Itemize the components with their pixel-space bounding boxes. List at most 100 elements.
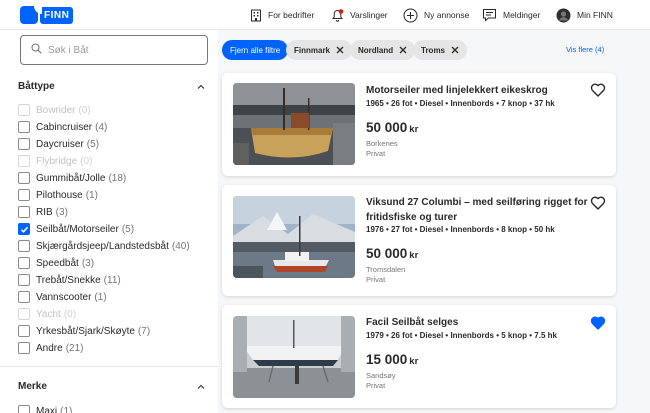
section-divider [0,366,218,367]
listing-location: Tromsdalen [366,265,406,274]
filter-option[interactable]: Daycruiser (5) [18,136,99,152]
listing-image[interactable] [233,316,355,398]
filter-option[interactable]: Yacht (0) [18,306,76,322]
chevron-up-icon[interactable] [196,82,206,92]
finn-logo-text: FINN [40,6,74,24]
filter-option-count: (7) [137,325,151,337]
listing-seller-type: Privat [366,275,386,285]
plus-circle-icon [403,8,418,23]
heart-outline-icon[interactable] [590,82,606,98]
filter-option[interactable]: Flybridge (0) [18,153,92,169]
heart-filled-icon[interactable] [590,315,606,331]
close-icon[interactable] [336,46,344,54]
filter-option-label: Maxi [36,405,58,413]
checkbox[interactable] [18,240,30,252]
listing-specs: 1965 • 26 fot • Diesel • Innenbords • 7 … [366,99,555,108]
close-icon[interactable] [451,46,459,54]
filter-option-count: (18) [108,172,127,184]
search-input[interactable] [48,44,188,56]
listing-card[interactable]: Motorseiler med linjelekkert eikeskrog 1… [222,73,616,176]
chat-icon [482,8,497,22]
filter-option-label: Andre [36,342,63,354]
close-icon[interactable] [399,46,407,54]
filter-option[interactable]: Vannscooter (1) [18,289,107,305]
checkbox[interactable] [18,291,30,303]
checkbox[interactable] [18,206,30,218]
listing-title[interactable]: Motorseiler med linjelekkert eikeskrog [366,84,591,99]
nav-min-finn[interactable]: Min FINN [556,0,613,30]
filter-option[interactable]: Pilothouse (1) [18,187,98,203]
checkbox[interactable] [18,172,30,184]
checkbox[interactable] [18,308,30,320]
checkbox[interactable] [18,325,30,337]
filter-option[interactable]: RIB (3) [18,204,68,220]
listing-location: Borkenes [366,139,398,148]
filter-option-label: Gummibåt/Jolle [36,172,106,184]
filter-option-count: (1) [85,189,98,201]
checkbox[interactable] [18,257,30,269]
listing-title[interactable]: Facil Seilbåt selges [366,316,591,331]
listing-price: 50 000 kr [366,246,418,261]
filter-option-label: RIB [36,206,53,218]
price-amount: 50 000 [366,120,408,135]
checkbox[interactable] [18,189,30,201]
nav-ny-annonse[interactable]: Ny annonse [403,0,469,30]
filter-option[interactable]: Skjærgårdsjeep/Landstedsbåt (40) [18,238,190,254]
filter-option[interactable]: Bowrider (0) [18,102,91,118]
nav-label: Ny annonse [424,10,470,20]
checkbox-checked[interactable] [18,223,30,235]
show-more-filters-link[interactable]: Vis flere (4) [566,45,604,54]
price-currency: kr [409,250,419,261]
price-currency: kr [409,356,419,367]
listing-card[interactable]: Facil Seilbåt selges 1979 • 26 fot • Die… [222,305,616,408]
filter-option-count: (5) [86,138,100,150]
filter-option[interactable]: Andre (21) [18,340,83,356]
filter-option-count: (11) [103,274,121,286]
heart-outline-icon[interactable] [590,195,606,211]
filter-option[interactable]: Yrkesbåt/Sjark/Skøyte (7) [18,323,150,339]
filter-chip-finnmark[interactable]: Finnmark [286,40,353,60]
nav-varslinger[interactable]: Varslinger [331,0,388,30]
filter-option-count: (1) [94,291,107,303]
filter-chip-troms[interactable]: Troms [413,40,468,60]
listing-image[interactable] [233,196,355,278]
checkbox[interactable] [18,138,30,150]
checkbox[interactable] [18,342,30,354]
finn-logo[interactable]: FINN [20,5,76,25]
price-amount: 50 000 [366,246,408,261]
listing-specs: 1976 • 27 fot • Diesel • Innenbords • 8 … [366,225,555,234]
filter-option-label: Cabincruiser [36,121,93,133]
clear-all-filters-button[interactable]: Fjern alle filtre [222,40,289,60]
listing-location-block: Tromsdalen Privat [366,265,405,285]
filter-option-label: Skjærgårdsjeep/Landstedsbåt [36,240,169,252]
filter-option[interactable]: Cabincruiser (4) [18,119,107,135]
filter-option[interactable]: Gummibåt/Jolle (18) [18,170,126,186]
checkbox[interactable] [18,104,30,116]
listing-title[interactable]: Viksund 27 Columbi – med seilføring rigg… [366,196,591,225]
listing-seller-type: Privat [366,381,386,391]
filter-option-count: (0) [78,104,91,116]
filter-option[interactable]: Seilbåt/Motorseiler (5) [18,221,134,237]
filter-option-count: (4) [95,121,108,133]
filter-option-label: Yrkesbåt/Sjark/Skøyte [36,325,135,337]
chevron-up-icon[interactable] [196,382,206,392]
filter-option[interactable]: Trebåt/Snekke (11) [18,272,121,288]
listing-card[interactable]: Viksund 27 Columbi – med seilføring rigg… [222,185,616,296]
filter-option-count: (3) [55,206,68,218]
checkbox[interactable] [18,121,30,133]
checkbox[interactable] [18,405,30,413]
nav-label: For bedrifter [268,10,315,20]
search-box[interactable] [20,35,208,65]
listing-price: 15 000 kr [366,352,418,367]
nav-meldinger[interactable]: Meldinger [482,0,540,30]
filter-chip-nordland[interactable]: Nordland [350,40,416,60]
filter-option[interactable]: Speedbåt (3) [18,255,94,271]
listing-image[interactable] [233,83,355,165]
checkbox[interactable] [18,155,30,167]
search-icon [31,41,42,59]
filter-option[interactable]: Maxi (1) [18,403,72,413]
checkbox[interactable] [18,274,30,286]
listing-price: 50 000 kr [366,120,418,135]
nav-for-bedrifter[interactable]: For bedrifter [250,0,314,30]
avatar [556,8,571,23]
